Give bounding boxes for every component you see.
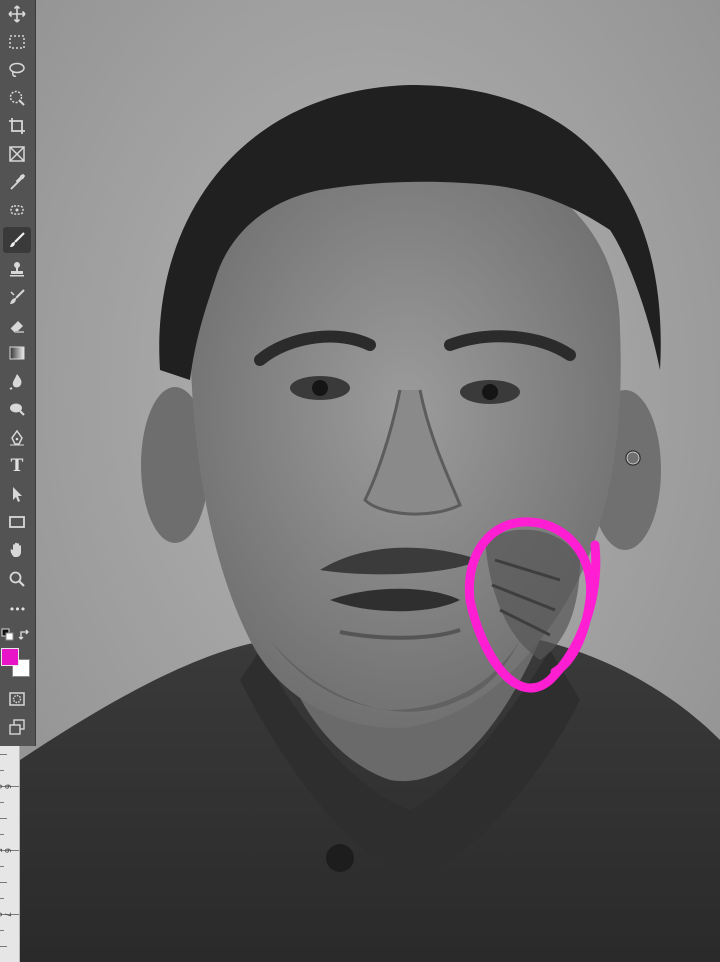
zoom-icon (9, 571, 25, 587)
gradient-tool[interactable] (3, 340, 31, 366)
path-selection-icon (13, 487, 22, 502)
shirt-button (326, 844, 354, 872)
pen-icon (10, 429, 24, 446)
brush-tool[interactable] (3, 227, 31, 253)
screen-mode-icon (9, 719, 25, 735)
pen-tool[interactable] (3, 425, 31, 451)
type-icon: T (10, 456, 24, 476)
swap-arrows-icon (18, 629, 29, 640)
eraser-tool[interactable] (3, 312, 31, 338)
spot-healing-icon (10, 205, 24, 215)
spot-healing-tool[interactable] (3, 197, 31, 223)
move-tool[interactable] (3, 1, 31, 27)
eraser-icon (10, 321, 24, 333)
ruler-label: 6 0 (0, 784, 12, 790)
more-tools-button[interactable]: ••• (3, 596, 31, 622)
crop-icon (9, 118, 25, 134)
clone-stamp-icon (10, 262, 24, 277)
zoom-tool[interactable] (3, 566, 31, 592)
lasso-tool[interactable] (3, 57, 31, 83)
hand-tool[interactable] (3, 537, 31, 563)
brush-icon (10, 232, 25, 247)
eyedropper-tool[interactable] (3, 169, 31, 195)
gradient-icon (9, 346, 25, 360)
eyedropper-icon (10, 173, 26, 190)
quick-mask-icon (9, 692, 25, 706)
clone-stamp-tool[interactable] (3, 256, 31, 282)
foreground-color-swatch[interactable] (1, 648, 19, 666)
history-brush-tool[interactable] (3, 284, 31, 310)
more-tools-icon: ••• (8, 602, 26, 616)
history-brush-icon (10, 289, 25, 304)
marquee-tool[interactable] (3, 29, 31, 55)
default-colors-button[interactable] (1, 627, 15, 641)
type-tool[interactable]: T (3, 453, 31, 479)
rectangle-shape-icon (9, 516, 25, 528)
frame-icon (9, 146, 25, 162)
dodge-icon (10, 403, 25, 416)
photo-canvas (20, 0, 720, 962)
blur-tool[interactable] (3, 368, 31, 394)
canvas[interactable] (20, 0, 720, 962)
quick-selection-tool[interactable] (3, 85, 31, 111)
hand-icon (10, 542, 21, 557)
default-colors-icon (1, 628, 14, 641)
frame-tool[interactable] (3, 141, 31, 167)
rectangle-tool[interactable] (3, 509, 31, 535)
vertical-ruler: 6 0 6 5 7 0 (0, 746, 20, 962)
blur-icon (9, 374, 22, 390)
tools-panel: T ••• (0, 0, 36, 746)
lasso-icon (9, 62, 25, 77)
screen-mode-button[interactable] (3, 714, 31, 740)
ruler-label: 6 5 (0, 848, 12, 854)
quick-mask-button[interactable] (3, 686, 31, 712)
path-selection-tool[interactable] (3, 481, 31, 507)
ruler-label: 7 0 (0, 912, 12, 918)
rectangular-marquee-icon (9, 35, 25, 49)
crop-tool[interactable] (3, 113, 31, 139)
swap-colors-button[interactable] (18, 627, 32, 641)
dodge-tool[interactable] (3, 396, 31, 422)
move-icon (8, 5, 26, 23)
quick-selection-icon (9, 90, 25, 106)
